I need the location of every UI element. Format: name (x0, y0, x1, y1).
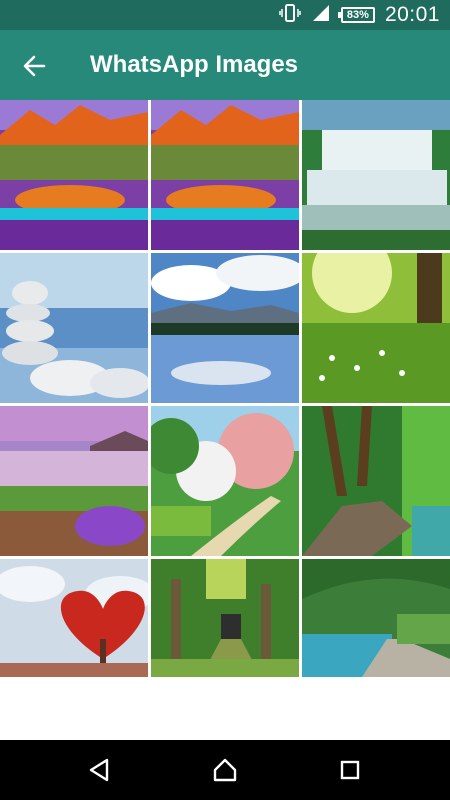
image-purple-flowers-lake[interactable] (0, 406, 148, 556)
image-tree-tunnel[interactable] (151, 559, 299, 677)
nav-recents-button[interactable] (332, 752, 368, 788)
image-sunlit-meadow[interactable] (302, 253, 450, 403)
battery-icon: 83% (337, 7, 375, 23)
back-triangle-icon (89, 758, 109, 782)
app-bar: WhatsApp Images (0, 30, 450, 100)
image-mountain-flowers-lake[interactable] (0, 100, 148, 250)
nav-back-button[interactable] (82, 752, 118, 788)
status-bar: 83% 20:01 (0, 0, 450, 30)
signal-icon (311, 4, 331, 27)
image-waterfalls[interactable] (302, 100, 450, 250)
image-lake-reflection[interactable] (151, 253, 299, 403)
arrow-left-icon (23, 55, 46, 77)
image-stacked-stones[interactable] (0, 253, 148, 403)
image-heart-tree[interactable] (0, 559, 148, 677)
home-circle-icon (213, 758, 237, 782)
clock: 20:01 (384, 3, 440, 26)
recents-square-icon (340, 760, 360, 780)
back-button[interactable] (18, 50, 50, 82)
vibrate-icon (279, 3, 301, 27)
image-blossom-trees-path[interactable] (151, 406, 299, 556)
navigation-bar (0, 740, 450, 800)
page-title: WhatsApp Images (90, 51, 299, 78)
status-icons: 83% 20:01 (279, 0, 440, 30)
battery-level: 83% (346, 9, 369, 21)
image-boardwalk-lake[interactable] (302, 559, 450, 677)
nav-home-button[interactable] (207, 752, 243, 788)
image-mountain-flowers-lake-2[interactable] (151, 100, 299, 250)
image-forest-path[interactable] (302, 406, 450, 556)
